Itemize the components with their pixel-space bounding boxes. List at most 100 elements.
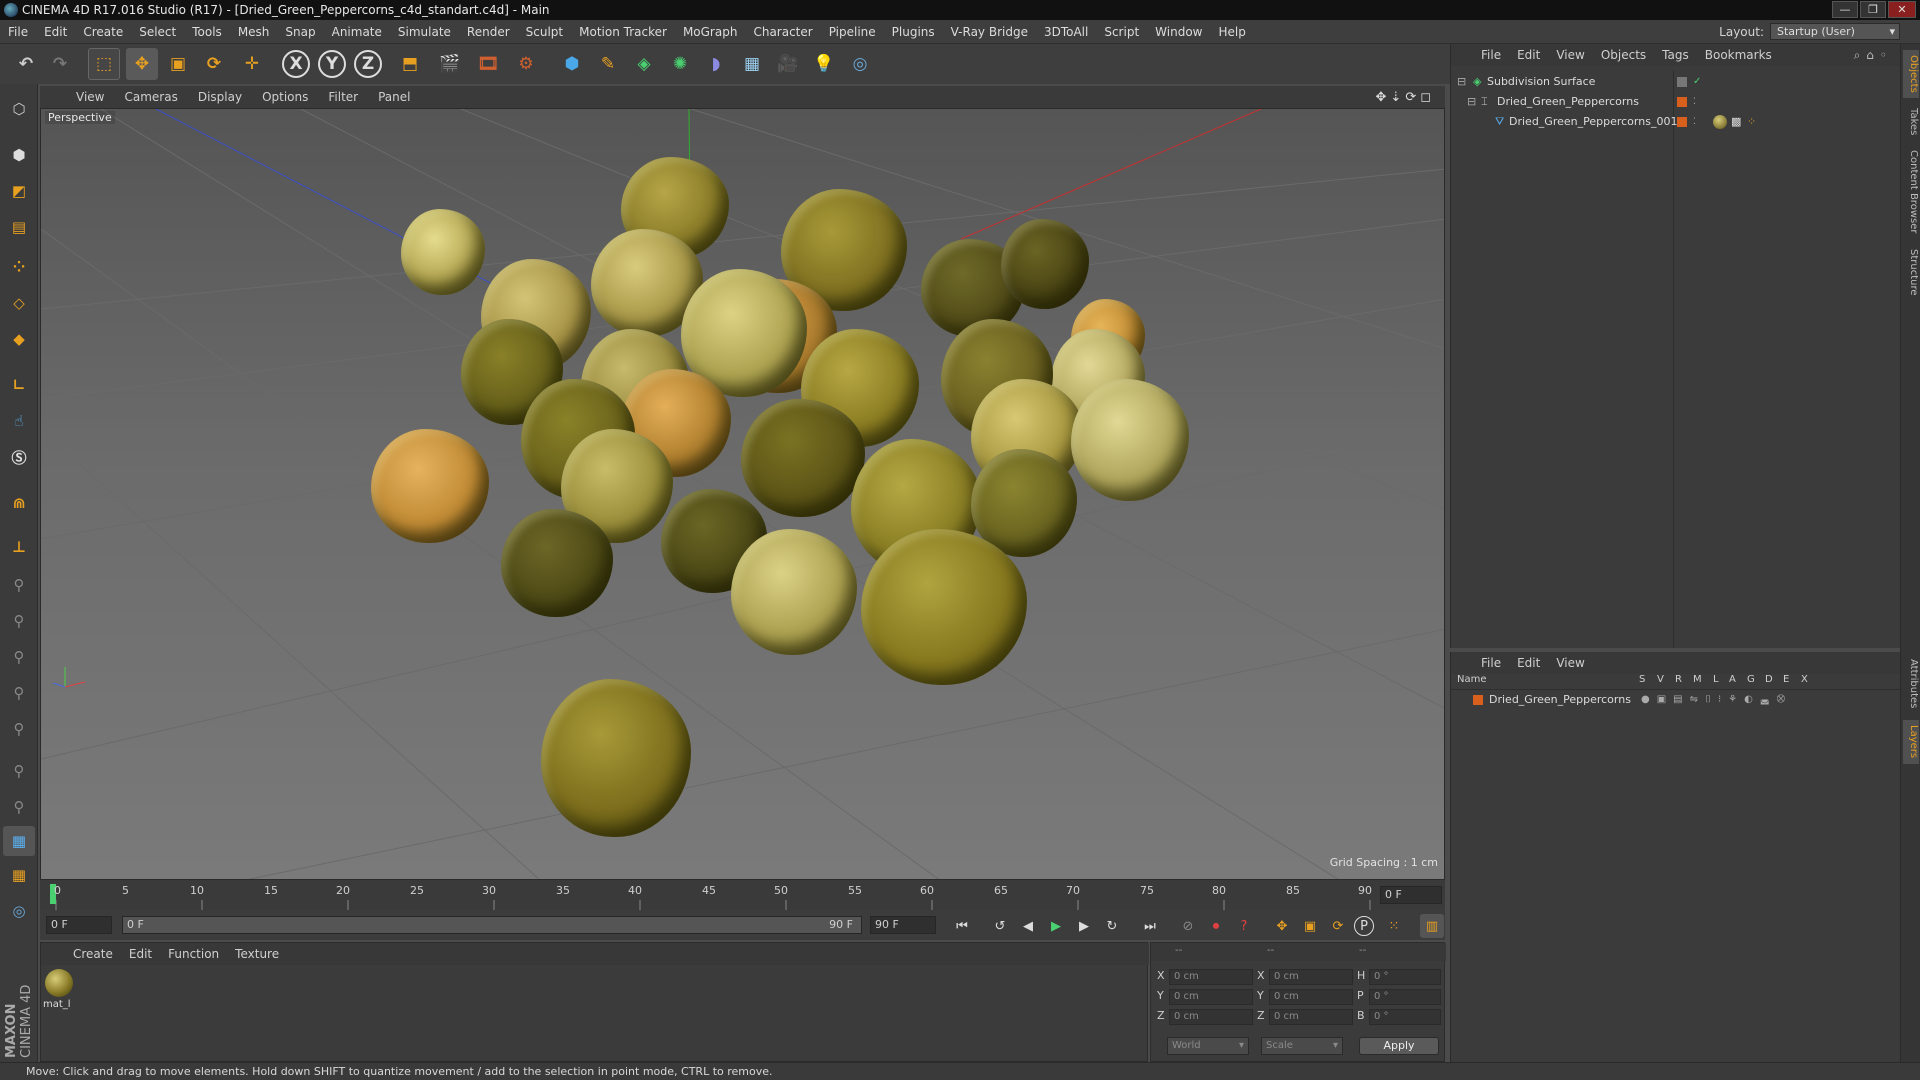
- object-row[interactable]: ⛛ Dried_Green_Peppercorns_001 ⁚ ▩ ⁘: [1451, 112, 1901, 132]
- texture-mode-icon[interactable]: ◩: [3, 176, 35, 206]
- objects-menu-bookmarks[interactable]: Bookmarks: [1697, 48, 1780, 62]
- undo-icon[interactable]: ↶: [10, 48, 42, 80]
- floor-scene-icon[interactable]: ▦: [736, 48, 768, 80]
- camera-icon[interactable]: 🎥: [772, 48, 804, 80]
- key-pla-icon[interactable]: ⁙: [1382, 914, 1406, 938]
- object-name[interactable]: Subdivision Surface: [1487, 72, 1595, 92]
- 3d-viewport[interactable]: Perspective Grid Spacing: 1 cm: [40, 108, 1445, 880]
- tab-attributes[interactable]: Attributes: [1903, 654, 1919, 714]
- size-z-field[interactable]: 0 cm: [1269, 1009, 1353, 1025]
- z-axis-lock-button[interactable]: Z: [354, 50, 382, 78]
- viewport-menu-cameras[interactable]: Cameras: [114, 90, 187, 104]
- menu-select[interactable]: Select: [131, 25, 184, 39]
- menu-window[interactable]: Window: [1147, 25, 1210, 39]
- render-picture-viewer-icon[interactable]: 🎞: [472, 48, 504, 80]
- menu-vray-bridge[interactable]: V-Ray Bridge: [943, 25, 1036, 39]
- redo-icon[interactable]: ↷: [44, 48, 76, 80]
- timeline-ruler[interactable]: 0 5 10 15 20 25 30 35 40 45 50 55 60 65 …: [40, 880, 1445, 910]
- viewport-menu-view[interactable]: View: [66, 90, 114, 104]
- frame-range-slider[interactable]: 0 F 90 F: [122, 916, 862, 934]
- key-rotation-icon[interactable]: ⟳: [1326, 914, 1350, 938]
- previous-frame-icon[interactable]: ◀: [1016, 914, 1040, 938]
- layers-menu-edit[interactable]: Edit: [1509, 656, 1548, 670]
- menu-sculpt[interactable]: Sculpt: [518, 25, 571, 39]
- sculpt-tool-2-icon[interactable]: ⚲: [3, 606, 35, 636]
- tab-layers[interactable]: Layers: [1903, 720, 1919, 764]
- layers-menu-file[interactable]: File: [1473, 656, 1509, 670]
- autokey-icon[interactable]: ?: [1232, 914, 1256, 938]
- grid-lock-icon[interactable]: ▦: [3, 826, 35, 856]
- viewport-menu-display[interactable]: Display: [188, 90, 252, 104]
- objects-menu-file[interactable]: File: [1473, 48, 1509, 62]
- timeline-window-icon[interactable]: ▥: [1420, 914, 1444, 938]
- menu-create[interactable]: Create: [75, 25, 131, 39]
- material-name-label[interactable]: mat_l: [43, 999, 71, 1010]
- material-tag-icon[interactable]: [1713, 115, 1727, 129]
- coordinate-space-dropdown[interactable]: World ▾: [1167, 1037, 1249, 1055]
- viewport-menu-panel[interactable]: Panel: [368, 90, 420, 104]
- rotation-b-field[interactable]: 0 °: [1369, 1009, 1441, 1025]
- axis-mode-icon[interactable]: ∟: [3, 370, 35, 400]
- tweak-mode-icon[interactable]: ☝: [3, 406, 35, 436]
- mograph-cloner-icon[interactable]: ✺: [664, 48, 696, 80]
- menu-simulate[interactable]: Simulate: [390, 25, 459, 39]
- go-to-end-icon[interactable]: ⏭: [1138, 914, 1162, 938]
- render-view-icon[interactable]: 🎬: [434, 48, 466, 80]
- python-icon[interactable]: ◎: [844, 48, 876, 80]
- apply-button[interactable]: Apply: [1359, 1037, 1439, 1055]
- objects-menu-objects[interactable]: Objects: [1593, 48, 1654, 62]
- tab-objects[interactable]: Objects: [1903, 50, 1919, 98]
- size-x-field[interactable]: 0 cm: [1269, 969, 1353, 985]
- minimize-button[interactable]: —: [1832, 1, 1858, 18]
- selection-tag-icon[interactable]: ⁘: [1747, 112, 1756, 132]
- menu-animate[interactable]: Animate: [324, 25, 390, 39]
- model-mode-icon[interactable]: ⬢: [3, 140, 35, 170]
- objects-search-icon[interactable]: ⌕⌂◦: [1854, 48, 1893, 63]
- record-keys-disabled-icon[interactable]: ⊘: [1176, 914, 1200, 938]
- live-selection-icon[interactable]: ⬚: [88, 48, 120, 80]
- next-frame-icon[interactable]: ▶: [1072, 914, 1096, 938]
- tab-takes[interactable]: Takes: [1903, 104, 1919, 140]
- paint-tool-icon[interactable]: ▦: [3, 860, 35, 890]
- menu-mograph[interactable]: MoGraph: [675, 25, 746, 39]
- position-z-field[interactable]: 0 cm: [1169, 1009, 1253, 1025]
- python-script-icon[interactable]: ◎: [3, 896, 35, 926]
- tab-content-browser[interactable]: Content Browser: [1903, 146, 1919, 238]
- menu-pipeline[interactable]: Pipeline: [821, 25, 884, 39]
- menu-tools[interactable]: Tools: [184, 25, 230, 39]
- menu-render[interactable]: Render: [459, 25, 518, 39]
- visibility-dots-icon[interactable]: ⁚: [1693, 92, 1696, 112]
- play-icon[interactable]: ▶: [1044, 914, 1068, 938]
- object-name[interactable]: Dried_Green_Peppercorns: [1497, 92, 1639, 112]
- key-scale-icon[interactable]: ▣: [1298, 914, 1322, 938]
- rotation-p-field[interactable]: 0 °: [1369, 989, 1441, 1005]
- previous-key-icon[interactable]: ↺: [988, 914, 1012, 938]
- layer-flag-icons[interactable]: ●▣▤⇋⌷⁝⚘◐◛⛒: [1641, 690, 1792, 710]
- coordinate-system-icon[interactable]: ⬒: [394, 48, 426, 80]
- viewport-navigation-icons[interactable]: ✥⇣⟳◻: [1376, 90, 1435, 105]
- start-frame-field[interactable]: 0 F: [46, 916, 112, 934]
- material-menu-function[interactable]: Function: [160, 947, 227, 961]
- position-y-field[interactable]: 0 cm: [1169, 989, 1253, 1005]
- material-menu-create[interactable]: Create: [65, 947, 121, 961]
- sculpt-tool-6-icon[interactable]: ⚲: [3, 756, 35, 786]
- menu-3dtoall[interactable]: 3DToAll: [1036, 25, 1096, 39]
- sculpt-tool-7-icon[interactable]: ⚲: [3, 792, 35, 822]
- sculpt-tool-1-icon[interactable]: ⚲: [3, 570, 35, 600]
- objects-menu-tags[interactable]: Tags: [1654, 48, 1697, 62]
- solo-mode-icon[interactable]: Ⓢ: [3, 442, 35, 472]
- recent-tools-icon[interactable]: ✛: [236, 48, 268, 80]
- light-icon[interactable]: 💡: [808, 48, 840, 80]
- key-position-icon[interactable]: ✥: [1270, 914, 1294, 938]
- close-button[interactable]: ✕: [1888, 1, 1916, 18]
- menu-edit[interactable]: Edit: [36, 25, 75, 39]
- polygons-mode-icon[interactable]: ◆: [3, 324, 35, 354]
- make-editable-icon[interactable]: ⬡: [3, 94, 35, 124]
- render-settings-icon[interactable]: ⚙: [510, 48, 542, 80]
- layer-color-swatch[interactable]: [1677, 97, 1687, 107]
- menu-motion-tracker[interactable]: Motion Tracker: [571, 25, 675, 39]
- viewport-menu-filter[interactable]: Filter: [318, 90, 368, 104]
- objects-menu-edit[interactable]: Edit: [1509, 48, 1548, 62]
- layers-menu-view[interactable]: View: [1548, 656, 1592, 670]
- x-axis-lock-button[interactable]: X: [282, 50, 310, 78]
